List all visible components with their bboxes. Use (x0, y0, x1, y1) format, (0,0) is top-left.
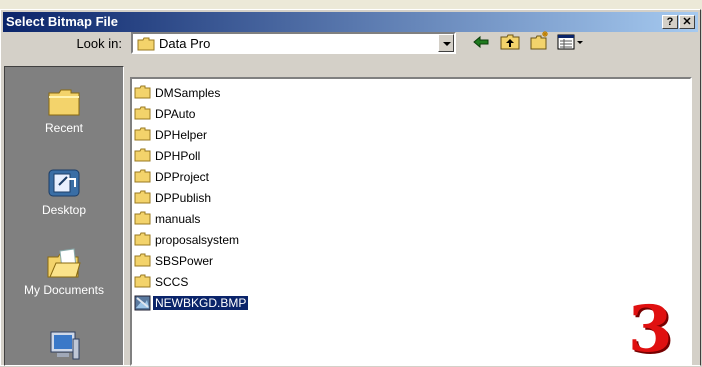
folder-icon (134, 274, 151, 288)
file-name: DPHelper (155, 128, 208, 142)
my-documents-icon (47, 248, 81, 278)
folder-icon (134, 190, 151, 204)
folder-icon (134, 85, 151, 99)
folder-icon (134, 127, 151, 141)
recent-folder-icon (48, 89, 80, 116)
file-name: SCCS (155, 275, 189, 289)
file-name: manuals (155, 212, 201, 226)
folder-icon (134, 211, 151, 225)
place-recent[interactable]: Recent (5, 87, 123, 135)
close-button[interactable]: ✕ (679, 15, 695, 29)
file-name: NEWBKGD.BMP (153, 296, 249, 310)
file-name: DPPublish (155, 191, 212, 205)
places-bar: Recent Desktop My Documents (4, 66, 124, 366)
place-label: Recent (44, 121, 84, 135)
my-computer-icon (50, 331, 80, 360)
folder-icon (134, 169, 151, 183)
folder-icon (137, 37, 155, 51)
view-menu-icon[interactable] (557, 34, 585, 50)
help-button[interactable]: ? (662, 15, 678, 29)
step-number-badge: 3 (628, 292, 673, 367)
file-name: DPHPoll (155, 149, 201, 163)
create-new-folder-icon[interactable] (530, 30, 550, 50)
file-name: proposalsystem (155, 233, 240, 247)
place-my-computer[interactable] (5, 329, 123, 365)
up-one-level-icon[interactable] (500, 34, 520, 50)
dialog-title: Select Bitmap File (6, 14, 118, 29)
desktop-icon (48, 169, 80, 197)
file-list[interactable]: DMSamples DPAuto DPHelper DPHPoll DPProj… (130, 77, 692, 366)
file-name: DPProject (155, 170, 210, 184)
place-desktop[interactable]: Desktop (5, 167, 123, 217)
chevron-down-icon[interactable] (438, 34, 454, 52)
title-bar[interactable]: Select Bitmap File ? ✕ (3, 12, 698, 32)
folder-icon (134, 148, 151, 162)
file-name: DPAuto (155, 107, 196, 121)
place-my-documents[interactable]: My Documents (5, 247, 123, 297)
bitmap-file-icon (134, 295, 151, 311)
file-name: SBSPower (155, 254, 214, 268)
file-name: DMSamples (155, 86, 221, 100)
folder-icon (134, 253, 151, 267)
look-in-label: Look in: (76, 36, 122, 51)
folder-icon (134, 106, 151, 120)
back-arrow-icon[interactable] (472, 34, 490, 50)
folder-icon (134, 232, 151, 246)
look-in-combobox[interactable]: Data Pro (131, 32, 456, 54)
place-label: Desktop (41, 203, 87, 217)
place-label: My Documents (23, 283, 105, 297)
look-in-value: Data Pro (159, 36, 211, 51)
